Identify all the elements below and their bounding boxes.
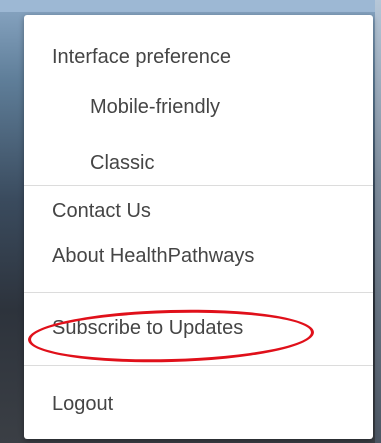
user-menu-dropdown: Interface preference Mobile-friendly Cla… <box>24 15 373 439</box>
menu-item-classic[interactable]: Classic <box>90 151 154 175</box>
menu-item-mobile-friendly[interactable]: Mobile-friendly <box>90 95 220 119</box>
background-top <box>0 0 381 12</box>
interface-preference-heading: Interface preference <box>52 46 231 68</box>
menu-item-about-healthpathways[interactable]: About HealthPathways <box>52 244 254 268</box>
menu-divider <box>24 185 373 186</box>
menu-item-contact-us[interactable]: Contact Us <box>52 199 151 223</box>
menu-divider <box>24 365 373 366</box>
menu-divider <box>24 292 373 293</box>
menu-item-logout[interactable]: Logout <box>52 392 113 416</box>
background-right <box>375 0 381 443</box>
